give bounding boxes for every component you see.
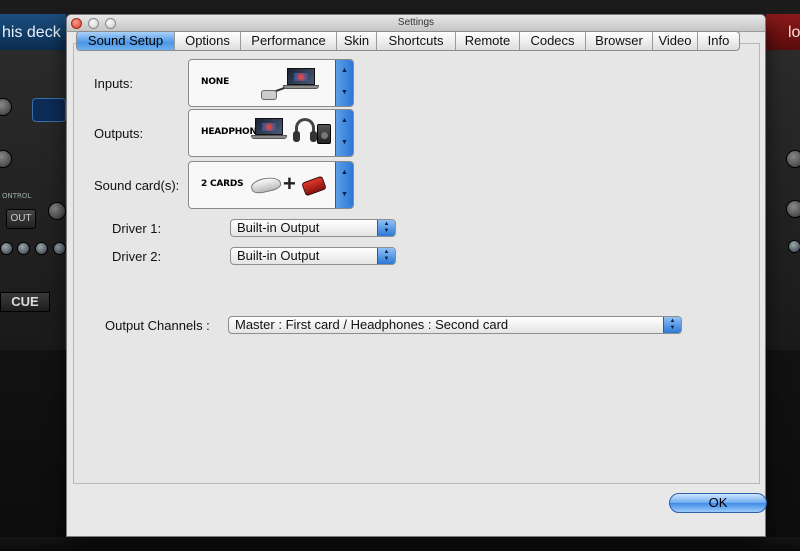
outputs-label: Outputs: [94,126,144,141]
tab-video[interactable]: Video [653,32,698,50]
tab-bar: Sound Setup Options Performance Skin Sho… [76,31,740,51]
pad-button[interactable] [35,242,48,255]
settings-window: Settings Inputs: NONE ▲ ▼ Outputs: HEADPH… [66,14,767,537]
sound-card-icon [301,175,327,197]
control-label: ONTROL [2,192,32,200]
tab-skin[interactable]: Skin [337,32,377,50]
sound-cards-selector[interactable]: 2 CARDS + ▲ ▼ [188,161,354,209]
laptop-icon [283,68,319,90]
inputs-selector[interactable]: NONE ▲ ▼ [188,59,354,107]
tab-codecs[interactable]: Codecs [520,32,586,50]
window-title: Settings [397,17,435,28]
title-bar[interactable]: Settings [67,15,765,32]
plus-icon: + [283,171,296,196]
out-button[interactable]: OUT [6,209,36,229]
tab-info[interactable]: Info [698,32,739,50]
driver-1-value: Built-in Output [237,220,320,235]
ok-button[interactable]: OK [669,493,767,513]
output-channels-label: Output Channels : [105,318,210,333]
left-knob[interactable] [0,150,12,168]
controller-icon [261,90,277,100]
tab-remote[interactable]: Remote [456,32,520,50]
pad-button[interactable] [53,242,66,255]
tab-options[interactable]: Options [175,32,241,50]
output-channels-value: Master : First card / Headphones : Secon… [235,317,509,332]
outputs-stepper[interactable]: ▲ ▼ [335,110,353,156]
usb-device-icon [249,175,283,195]
tab-browser[interactable]: Browser [586,32,653,50]
left-deck-title: his deck [0,14,66,50]
laptop-icon [251,118,287,140]
headphones-icon [293,118,317,142]
sound-cards-label: Sound card(s): [94,178,180,193]
driver-2-value: Built-in Output [237,248,320,263]
driver-2-label: Driver 2: [112,249,162,264]
sound-cards-value: 2 CARDS [201,179,244,189]
right-deck-title: lo [766,14,800,50]
right-knob[interactable] [786,150,800,168]
tab-performance[interactable]: Performance [241,32,337,50]
inputs-value: NONE [201,77,230,87]
shift-knob[interactable] [48,202,66,220]
right-deck-panel [766,50,800,350]
left-knob[interactable] [0,98,12,116]
pad-button[interactable] [17,242,30,255]
bottom-strip [0,537,800,551]
updown-arrows-icon: ▲ ▼ [377,220,395,236]
updown-arrows-icon: ▲ ▼ [377,248,395,264]
outputs-selector[interactable]: HEADPHONES ▲ ▼ [188,109,354,157]
updown-arrows-icon: ▲ ▼ [663,317,681,333]
tab-shortcuts[interactable]: Shortcuts [377,32,456,50]
right-knob[interactable] [786,200,800,218]
driver-1-label: Driver 1: [112,221,162,236]
inputs-label: Inputs: [94,76,134,91]
speaker-icon [317,124,331,144]
output-channels-select[interactable]: Master : First card / Headphones : Secon… [228,316,682,334]
driver-2-select[interactable]: Built-in Output ▲ ▼ [230,247,396,265]
driver-1-select[interactable]: Built-in Output ▲ ▼ [230,219,396,237]
cue-button[interactable]: CUE [0,292,50,312]
inputs-stepper[interactable]: ▲ ▼ [335,60,353,106]
tab-sound-setup[interactable]: Sound Setup [77,32,175,50]
pad-button[interactable] [788,240,800,253]
effect-display [32,98,66,122]
sound-cards-stepper[interactable]: ▲ ▼ [335,162,353,208]
pad-button[interactable] [0,242,13,255]
sound-setup-panel: Inputs: NONE ▲ ▼ Outputs: HEADPHONES ▲ ▼ S… [73,43,760,484]
